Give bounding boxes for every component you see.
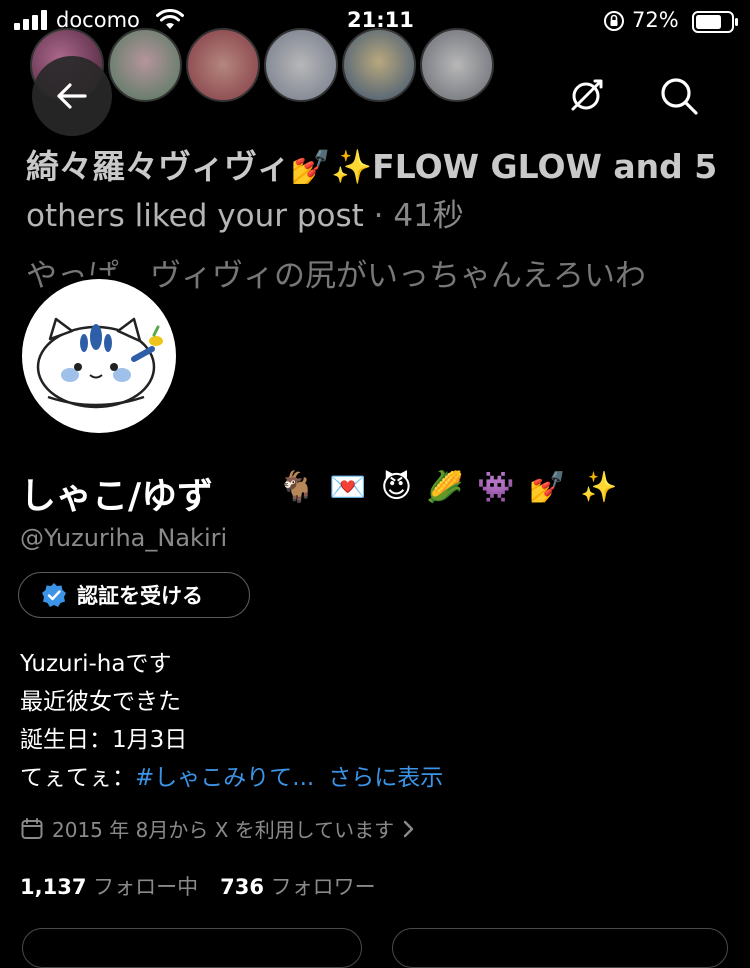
goat-emoji: 🐐 (278, 470, 316, 505)
notification-subtitle[interactable]: others liked your post · 41秒 (26, 190, 464, 235)
corn-emoji: 🌽 (426, 470, 464, 505)
profile-bio: Yuzuri-haです 最近彼女できた 誕生日：1月3日 てぇてぇ：#しゃこみり… (20, 645, 443, 797)
signal-icon (14, 10, 47, 30)
get-verified-button[interactable]: 認証を受ける (18, 572, 250, 618)
notification-text: others liked your post (26, 198, 364, 234)
orientation-lock-icon (604, 11, 624, 31)
following-count: 1,137 (20, 875, 87, 899)
followers-count: 736 (220, 875, 264, 899)
alien-monster-emoji: 👾 (477, 470, 515, 505)
bio-line: てぇてぇ：#しゃこみりて... さらに表示 (20, 759, 443, 797)
unfollow-icon[interactable] (564, 74, 608, 118)
profile-avatar[interactable] (18, 275, 180, 437)
bio-line: 最近彼女できた (20, 689, 181, 715)
back-button[interactable] (32, 56, 112, 136)
bio-line: 誕生日：1月3日 (20, 727, 188, 753)
liker-avatar[interactable] (108, 28, 182, 102)
sparkles-emoji: ✨ (580, 470, 618, 505)
profile-action-button[interactable] (392, 928, 728, 968)
followers-link[interactable]: 736 フォロワー (220, 875, 376, 899)
followers-label: フォロワー (270, 875, 376, 899)
chevron-right-icon (403, 820, 414, 837)
liker-avatar[interactable] (264, 28, 338, 102)
battery-icon (692, 11, 738, 33)
liker-avatar[interactable] (420, 28, 494, 102)
verified-badge-icon (42, 583, 66, 607)
joined-date-row[interactable]: 2015 年 8月から X を利用しています (20, 814, 416, 843)
display-name: しゃこ/ゆず (20, 476, 214, 517)
liker-avatar[interactable] (186, 28, 260, 102)
cat-mascot-image (36, 317, 163, 409)
notification-time: · 41秒 (363, 198, 464, 234)
profile-action-button[interactable] (22, 928, 362, 968)
nail-polish-emoji: 💅 (528, 470, 567, 505)
back-arrow-icon (57, 83, 87, 109)
bio-prefix: てぇてぇ： (20, 765, 135, 791)
devil-emoji: 😈 (380, 470, 412, 505)
following-link[interactable]: 1,137 フォロー中 (20, 875, 198, 899)
calendar-icon (21, 817, 43, 839)
battery-percent: 72% (632, 8, 679, 32)
hashtag-link[interactable]: #しゃこみりて... (135, 765, 314, 791)
show-more-link[interactable]: さらに表示 (328, 765, 443, 791)
name-emoji-row: 🐐 💌 😈 🌽 👾 💅 ✨ (278, 470, 617, 505)
joined-text: 2015 年 8月から X を利用しています (52, 818, 395, 842)
notification-title[interactable]: 綺々羅々ヴィヴィ💅✨FLOW GLOW and 5 (26, 140, 717, 188)
love-letter-emoji: 💌 (329, 470, 367, 505)
get-verified-label: 認証を受ける (77, 584, 203, 608)
follow-counts: 1,137 フォロー中 736 フォロワー (20, 871, 376, 901)
search-icon[interactable] (657, 74, 701, 118)
liker-avatar[interactable] (342, 28, 416, 102)
bio-line: Yuzuri-haです (20, 651, 172, 677)
profile-handle: @Yuzuriha_Nakiri (20, 524, 228, 552)
following-label: フォロー中 (93, 875, 199, 899)
